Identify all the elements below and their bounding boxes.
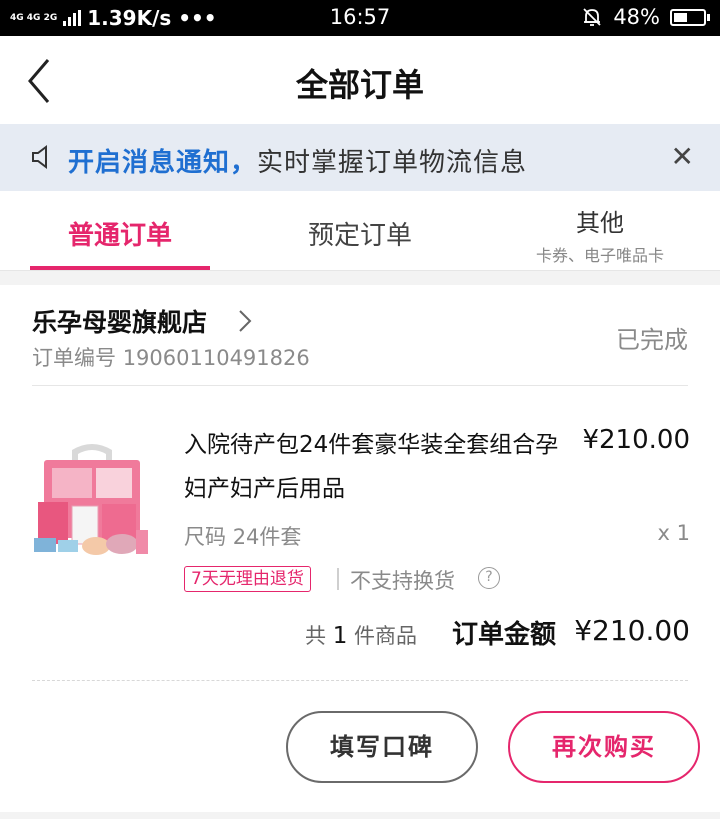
count-suffix: 件商品 [354, 624, 418, 648]
tab-sublabel: 卡券、电子唯品卡 [535, 246, 664, 265]
spec-label: 尺码 [184, 525, 226, 549]
active-tab-indicator [30, 266, 210, 270]
tag-separator [337, 568, 339, 590]
order-number: 订单编号 19060110491826 [32, 342, 310, 372]
battery-level-fill [674, 12, 688, 22]
product-image[interactable] [32, 440, 152, 580]
section-gap [0, 271, 720, 285]
notice-highlight: 开启消息通知， [68, 148, 258, 178]
return-policy-badge: 7天无理由退货 [184, 566, 311, 592]
section-gap [0, 812, 720, 819]
dashed-divider [32, 680, 688, 681]
tab-normal-orders[interactable]: 普通订单 [30, 191, 210, 271]
count-prefix: 共 [305, 624, 326, 648]
tab-label: 其他 [576, 209, 624, 237]
exchange-policy-text: 不支持换货 [350, 569, 455, 593]
count-value: 1 [332, 623, 348, 649]
header: 全部订单 [0, 36, 720, 124]
buy-again-button[interactable]: 再次购买 [508, 711, 700, 783]
spec-value: 24件套 [232, 525, 302, 549]
divider [32, 385, 688, 386]
help-icon[interactable]: ? [478, 567, 500, 589]
product-title[interactable]: 入院待产包24件套豪华装全套组合孕妇产妇产后用品 [184, 423, 564, 511]
product-spec: 尺码 24件套 [184, 521, 301, 551]
close-icon[interactable]: ✕ [671, 143, 694, 171]
battery-icon [670, 8, 710, 26]
total-value: ¥210.00 [574, 614, 690, 647]
order-tabs: 普通订单 预定订单 其他 卡券、电子唯品卡 [0, 191, 720, 271]
notification-banner[interactable]: 开启消息通知，实时掌握订单物流信息 ✕ [0, 124, 720, 191]
total-label: 订单金额 [452, 620, 557, 650]
write-review-button[interactable]: 填写口碑 [286, 711, 478, 783]
shop-name[interactable]: 乐孕母婴旗舰店 [32, 303, 207, 339]
tab-label: 预定订单 [307, 221, 412, 251]
order-number-label: 订单编号 [32, 346, 116, 370]
page-title: 全部订单 [295, 66, 424, 104]
notice-text: 开启消息通知，实时掌握订单物流信息 [68, 142, 527, 179]
status-right: 48% [581, 5, 710, 29]
order-status: 已完成 [616, 326, 688, 354]
product-price: ¥210.00 [582, 425, 690, 455]
bell-mute-icon [583, 8, 601, 26]
speaker-icon [32, 145, 47, 169]
status-bar: 4G 4G 2G 1.39K/s ••• 16:57 48% [0, 0, 720, 36]
chevron-right-icon[interactable] [238, 309, 252, 333]
tab-others[interactable]: 其他 卡券、电子唯品卡 [510, 191, 690, 271]
item-count: 共 1 件商品 [305, 620, 417, 650]
order-number-value: 19060110491826 [122, 346, 310, 370]
tab-label: 普通订单 [67, 221, 172, 251]
product-quantity: x 1 [657, 521, 690, 545]
notice-message: 实时掌握订单物流信息 [257, 148, 528, 178]
battery-percent: 48% [613, 5, 660, 29]
tab-preorders[interactable]: 预定订单 [270, 191, 450, 271]
